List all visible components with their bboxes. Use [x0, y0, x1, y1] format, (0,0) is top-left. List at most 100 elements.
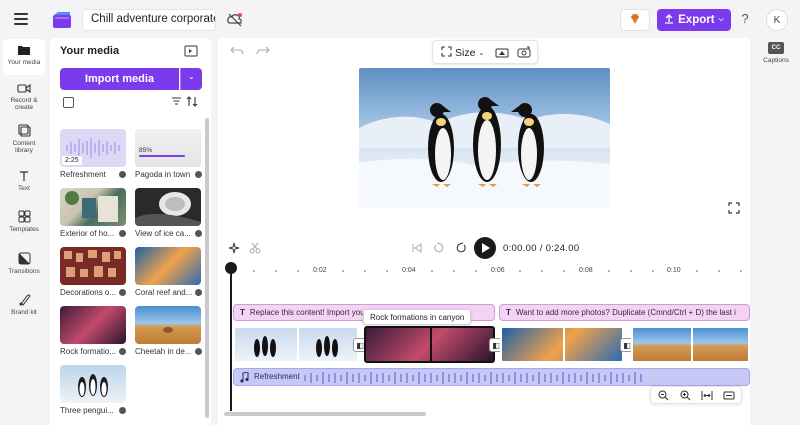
fullscreen-icon[interactable] [728, 202, 740, 214]
media-thumbnail-three-penguins[interactable] [60, 365, 126, 403]
zoom-in-icon[interactable] [679, 390, 691, 402]
collapse-panel-icon[interactable] [184, 45, 198, 57]
check-icon [119, 171, 126, 178]
play-button[interactable] [474, 237, 496, 259]
redo-icon[interactable] [256, 45, 270, 57]
tick-dot [630, 270, 632, 272]
nav-label: Brand kit [11, 309, 37, 316]
tick-dot [297, 270, 299, 272]
tick-label: 0:06 [491, 267, 505, 274]
nav-item-record-create[interactable]: Record & create [0, 82, 48, 112]
select-all-checkbox[interactable] [63, 97, 74, 108]
background-remove-icon[interactable] [495, 46, 509, 61]
zoom-controls [650, 386, 742, 404]
video-clip-rock-formations[interactable] [364, 326, 495, 363]
export-button[interactable]: Export ⌵ [657, 9, 731, 31]
capture-frame-icon[interactable] [517, 46, 531, 61]
tick-label: 0:10 [667, 267, 681, 274]
playhead-line [230, 266, 232, 411]
nav-item-brand-kit[interactable]: Brand kit [0, 293, 48, 316]
preview-area: Size ⌄ [218, 38, 750, 256]
check-icon [119, 289, 126, 296]
undo-icon[interactable] [230, 45, 244, 57]
media-label: Rock formatio... [60, 347, 117, 356]
skip-back-icon[interactable] [411, 242, 423, 257]
video-clip-penguins[interactable] [233, 326, 359, 363]
upload-progress-bar [139, 155, 185, 157]
media-label: Coral reef and... [135, 288, 193, 297]
video-clip-cheetah[interactable] [631, 326, 750, 363]
nav-label: Text [18, 185, 30, 192]
premium-gem-button[interactable] [620, 9, 650, 31]
media-label: Exterior of ho... [60, 229, 115, 238]
fit-timeline-icon[interactable] [701, 390, 713, 402]
tick-label: 0:02 [313, 267, 327, 274]
avatar[interactable]: K [766, 9, 788, 31]
import-media-button[interactable]: Import media [60, 68, 179, 90]
expand-timeline-icon[interactable] [723, 390, 735, 402]
tick-dot [696, 270, 698, 272]
zoom-out-icon[interactable] [657, 390, 669, 402]
playhead-handle[interactable] [225, 262, 237, 274]
duration-badge: 2:25 [62, 156, 82, 165]
text-t-icon: T [240, 308, 245, 317]
tick-dot [386, 270, 388, 272]
size-label: Size [455, 47, 476, 59]
cloud-sync-off-icon[interactable] [226, 11, 244, 29]
help-button[interactable]: ? [738, 11, 752, 29]
nav-item-text[interactable]: Text [0, 170, 48, 192]
media-thumbnail-refreshment[interactable]: 2:25 [60, 129, 126, 167]
timeline-scrollbar[interactable] [224, 412, 426, 416]
resize-icon [441, 46, 452, 60]
tick-dot [364, 270, 366, 272]
tick-dot [718, 270, 720, 272]
menu-icon[interactable] [14, 13, 28, 25]
tick-dot [475, 270, 477, 272]
split-scissors-icon[interactable] [249, 242, 261, 257]
captions-button[interactable]: CC Captions [758, 42, 794, 64]
brand-kit-icon [19, 294, 31, 306]
media-thumbnail-exterior[interactable] [60, 188, 126, 226]
canvas-toolbar: Size ⌄ [432, 40, 538, 64]
clip-tooltip: Rock formations in canyon [363, 309, 471, 325]
size-button[interactable]: Size ⌄ [441, 45, 484, 61]
tick-dot [608, 270, 610, 272]
media-label: Refreshment [60, 170, 106, 179]
top-bar: Chill adventure corporate sli Export ⌵ ?… [0, 0, 800, 40]
media-label: View of ice ca... [135, 229, 191, 238]
video-canvas[interactable] [359, 68, 610, 208]
media-thumbnail-pagoda[interactable]: 85% [135, 129, 201, 167]
nav-item-content-library[interactable]: Content library [0, 123, 48, 155]
check-icon [119, 348, 126, 355]
sort-icon[interactable] [186, 96, 198, 111]
nav-item-transitions[interactable]: Transitions [0, 252, 48, 275]
media-thumbnail-cheetah[interactable] [135, 306, 201, 344]
rewind-5s-icon[interactable] [433, 242, 445, 257]
magic-edit-icon[interactable] [228, 242, 240, 257]
media-thumbnail-coral-reef[interactable] [135, 247, 201, 285]
tick-dot [563, 270, 565, 272]
text-clip[interactable]: T Want to add more photos? Duplicate (Cmn… [499, 304, 750, 321]
nav-item-templates[interactable]: Templates [0, 210, 48, 233]
media-label: Decorations o... [60, 288, 117, 297]
text-clip-label: Want to add more photos? Duplicate (Cmnd… [515, 308, 736, 317]
tick-dot [275, 270, 277, 272]
nav-item-your-media[interactable]: Your media [3, 39, 45, 75]
video-clip-coral-reef[interactable] [500, 326, 624, 363]
tick-dot [740, 270, 742, 272]
tick-dot [253, 270, 255, 272]
filter-icon[interactable] [171, 96, 182, 110]
video-camera-icon [17, 83, 31, 94]
media-panel: Your media Import media ⌄ 2:25 Refreshme… [50, 38, 211, 425]
import-dropdown-button[interactable]: ⌄ [180, 68, 202, 90]
project-title-input[interactable]: Chill adventure corporate sli [82, 9, 216, 31]
media-scrollbar[interactable] [205, 118, 209, 418]
media-thumbnail-rock-formations[interactable] [60, 306, 126, 344]
timeline: 0:00.00 / 0:24.00 0:02 0:04 0:06 0:08 0:… [218, 232, 750, 425]
chevron-down-icon: ⌄ [188, 72, 195, 81]
media-thumbnail-decorations[interactable] [60, 247, 126, 285]
forward-5s-icon[interactable] [455, 242, 467, 257]
upload-icon [664, 13, 674, 27]
audio-clip[interactable]: Refreshment [233, 368, 750, 386]
media-thumbnail-ice-cave[interactable] [135, 188, 201, 226]
